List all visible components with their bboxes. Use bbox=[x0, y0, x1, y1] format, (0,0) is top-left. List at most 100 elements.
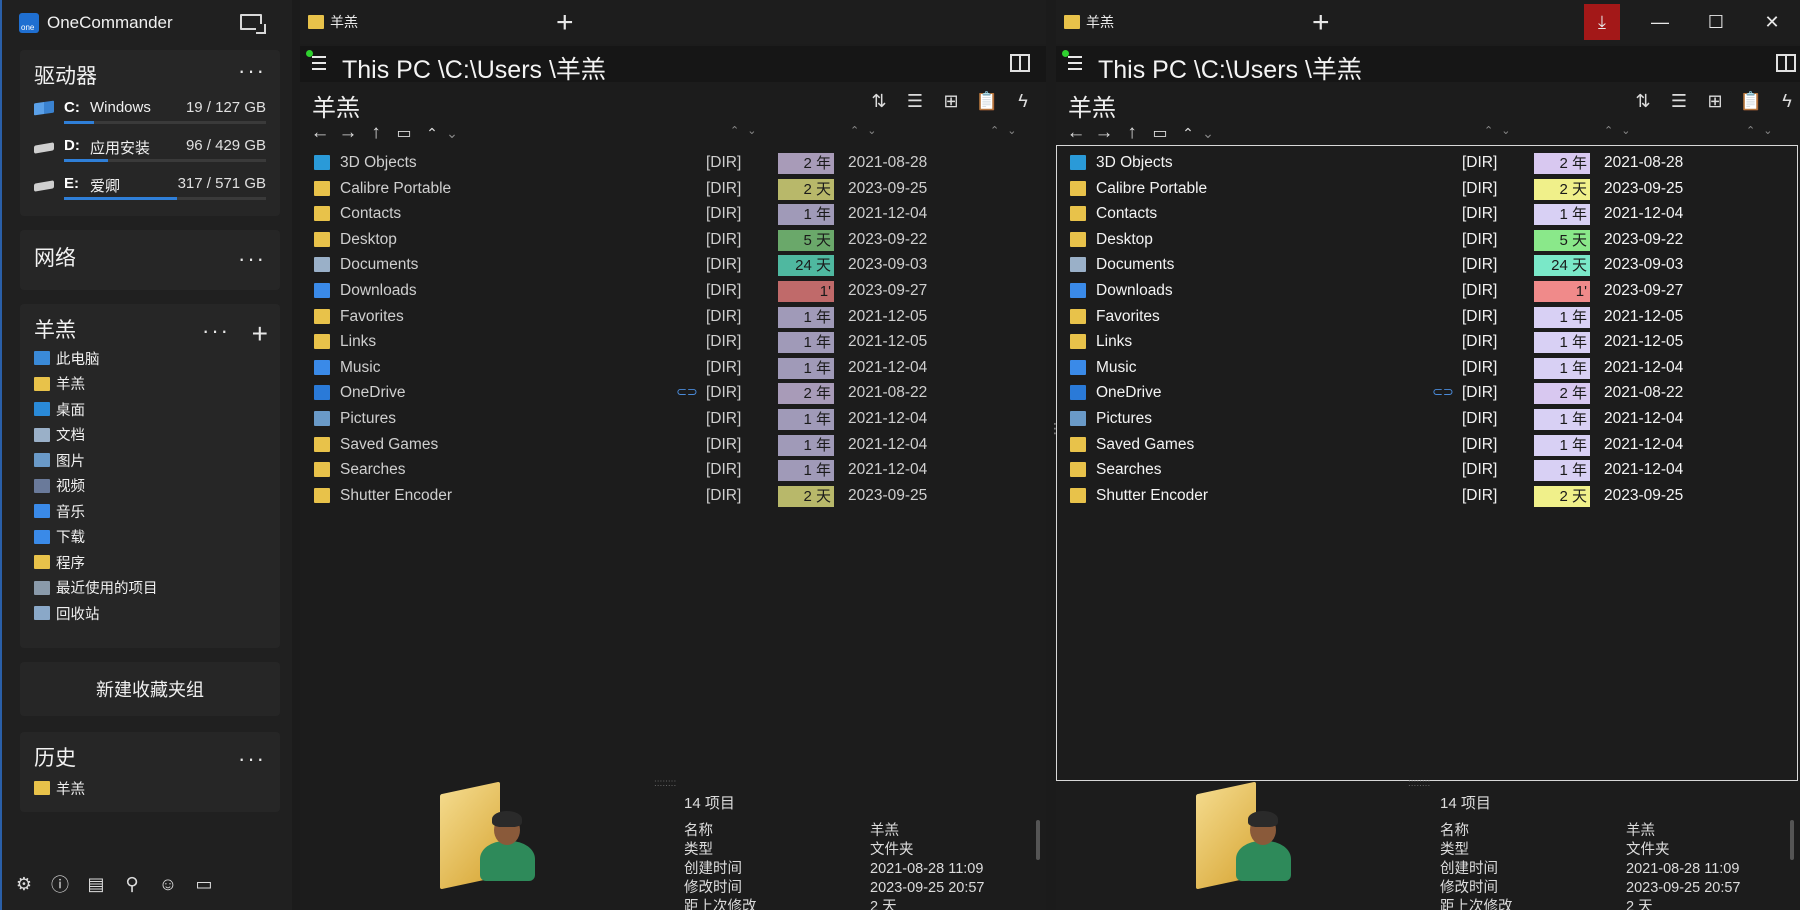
sort-caret[interactable]: ⌃⌄ bbox=[850, 124, 884, 137]
file-row[interactable]: Contacts [DIR] 1 年 2021-12-04 bbox=[1056, 201, 1800, 227]
favorites-more-button[interactable]: ··· bbox=[202, 320, 230, 342]
sort-caret[interactable]: ⌃⌄ bbox=[1604, 124, 1638, 137]
left-details-scrollbar[interactable] bbox=[1036, 820, 1040, 860]
sort-caret[interactable]: ⌃⌄ bbox=[1746, 124, 1780, 137]
chevron-down-icon[interactable]: ⌄ bbox=[442, 125, 462, 142]
sort-icon[interactable]: ⇅ bbox=[1632, 90, 1654, 112]
forward-icon[interactable]: → bbox=[338, 122, 358, 144]
file-row[interactable]: Downloads [DIR] 1' 2023-09-27 bbox=[1056, 278, 1800, 304]
list-view-icon[interactable]: ☰ bbox=[904, 90, 926, 112]
right-new-tab-button[interactable]: + bbox=[1312, 8, 1330, 38]
open-folder-icon[interactable]: ▭ bbox=[1150, 123, 1170, 143]
chevron-up-icon[interactable]: ⌃ bbox=[422, 125, 442, 142]
file-row[interactable]: Searches [DIR] 1 年 2021-12-04 bbox=[1056, 457, 1800, 483]
lightning-icon[interactable]: ϟ bbox=[1776, 90, 1798, 112]
left-layout-icon[interactable] bbox=[1010, 54, 1030, 72]
screen-icon[interactable]: ▭ bbox=[192, 872, 216, 896]
clipboard-icon[interactable]: 📋 bbox=[976, 90, 998, 112]
search-icon[interactable]: ⚲ bbox=[120, 872, 144, 896]
favorite-item[interactable]: 羊羔 bbox=[34, 372, 85, 396]
settings-icon[interactable]: ⚙ bbox=[12, 872, 36, 896]
list-view-icon[interactable]: ☰ bbox=[1668, 90, 1690, 112]
file-row[interactable]: Shutter Encoder [DIR] 2 天 2023-09-25 bbox=[300, 483, 1046, 509]
add-favorite-button[interactable]: + bbox=[252, 318, 268, 350]
download-update-button[interactable]: ⤓ bbox=[1584, 4, 1620, 40]
favorite-item[interactable]: 视频 bbox=[34, 474, 85, 498]
file-row[interactable]: OneDrive [DIR] 2 年 2021-08-22 ⊂⊃ bbox=[300, 380, 1046, 406]
file-row[interactable]: Shutter Encoder [DIR] 2 天 2023-09-25 bbox=[1056, 483, 1800, 509]
file-row[interactable]: Pictures [DIR] 1 年 2021-12-04 bbox=[300, 406, 1046, 432]
file-row[interactable]: 3D Objects [DIR] 2 年 2021-08-28 bbox=[1056, 150, 1800, 176]
drives-more-button[interactable]: ··· bbox=[238, 60, 266, 82]
new-item-icon[interactable]: ⊞ bbox=[940, 90, 962, 112]
favorite-item[interactable]: 音乐 bbox=[34, 499, 85, 523]
favorite-item[interactable]: 程序 bbox=[34, 550, 85, 574]
favorite-item[interactable]: 文档 bbox=[34, 423, 85, 447]
file-row[interactable]: 3D Objects [DIR] 2 年 2021-08-28 bbox=[300, 150, 1046, 176]
left-new-tab-button[interactable]: + bbox=[556, 8, 574, 38]
up-icon[interactable]: ↑ bbox=[366, 122, 386, 144]
file-row[interactable]: Links [DIR] 1 年 2021-12-05 bbox=[300, 329, 1046, 355]
open-folder-icon[interactable]: ▭ bbox=[394, 123, 414, 143]
info-icon[interactable]: ⓘ bbox=[48, 872, 72, 896]
account-icon[interactable]: ☺ bbox=[156, 872, 180, 896]
sort-caret[interactable]: ⌃⌄ bbox=[730, 124, 764, 137]
file-row[interactable]: Pictures [DIR] 1 年 2021-12-04 bbox=[1056, 406, 1800, 432]
favorite-item[interactable]: 回收站 bbox=[34, 601, 100, 625]
right-path[interactable]: This PC \C:\Users \羊羔 bbox=[1098, 50, 1362, 86]
sort-caret[interactable]: ⌃⌄ bbox=[990, 124, 1024, 137]
file-row[interactable]: Favorites [DIR] 1 年 2021-12-05 bbox=[300, 304, 1046, 330]
lightning-icon[interactable]: ϟ bbox=[1012, 90, 1034, 112]
right-pathbar[interactable]: This PC \C:\Users \羊羔 bbox=[1056, 46, 1800, 84]
right-menu-icon[interactable] bbox=[1068, 56, 1086, 74]
sort-caret[interactable]: ⌃⌄ bbox=[1484, 124, 1518, 137]
file-row[interactable]: Saved Games [DIR] 1 年 2021-12-04 bbox=[300, 432, 1046, 458]
file-row[interactable]: OneDrive [DIR] 2 年 2021-08-22 ⊂⊃ bbox=[1056, 380, 1800, 406]
history-more-button[interactable]: ··· bbox=[238, 748, 266, 770]
new-window-button[interactable] bbox=[240, 14, 266, 34]
file-row[interactable]: Calibre Portable [DIR] 2 天 2023-09-25 bbox=[1056, 176, 1800, 202]
close-button[interactable]: ✕ bbox=[1744, 0, 1800, 44]
file-row[interactable]: Searches [DIR] 1 年 2021-12-04 bbox=[300, 457, 1046, 483]
sort-icon[interactable]: ⇅ bbox=[868, 90, 890, 112]
file-row[interactable]: Links [DIR] 1 年 2021-12-05 bbox=[1056, 329, 1800, 355]
chevron-up-icon[interactable]: ⌃ bbox=[1178, 125, 1198, 142]
file-row[interactable]: Music [DIR] 1 年 2021-12-04 bbox=[1056, 355, 1800, 381]
back-icon[interactable]: ← bbox=[1066, 122, 1086, 144]
drive-row[interactable]: E: 爱卿 317 / 571 GB bbox=[34, 170, 266, 204]
favorite-item[interactable]: 下载 bbox=[34, 525, 85, 549]
new-group-button[interactable]: 新建收藏夹组 bbox=[20, 662, 280, 716]
drive-row[interactable]: C: Windows 19 / 127 GB bbox=[34, 94, 266, 128]
history-item[interactable]: 羊羔 bbox=[34, 776, 85, 800]
file-row[interactable]: Desktop [DIR] 5 天 2023-09-22 bbox=[1056, 227, 1800, 253]
panel-layout-icon[interactable]: ▤ bbox=[84, 872, 108, 896]
file-row[interactable]: Music [DIR] 1 年 2021-12-04 bbox=[300, 355, 1046, 381]
right-layout-icon[interactable] bbox=[1776, 54, 1796, 72]
right-details-scrollbar[interactable] bbox=[1790, 820, 1794, 860]
file-row[interactable]: Favorites [DIR] 1 年 2021-12-05 bbox=[1056, 304, 1800, 330]
right-tab[interactable]: 羊羔 bbox=[1064, 12, 1114, 32]
favorite-item[interactable]: 此电脑 bbox=[34, 346, 100, 370]
up-icon[interactable]: ↑ bbox=[1122, 122, 1142, 144]
maximize-button[interactable]: ☐ bbox=[1688, 0, 1744, 44]
left-menu-icon[interactable] bbox=[312, 56, 330, 74]
file-row[interactable]: Desktop [DIR] 5 天 2023-09-22 bbox=[300, 227, 1046, 253]
forward-icon[interactable]: → bbox=[1094, 122, 1114, 144]
favorite-item[interactable]: 图片 bbox=[34, 448, 85, 472]
network-more-button[interactable]: ··· bbox=[238, 248, 266, 270]
new-item-icon[interactable]: ⊞ bbox=[1704, 90, 1726, 112]
file-row[interactable]: Documents [DIR] 24 天 2023-09-03 bbox=[1056, 252, 1800, 278]
minimize-button[interactable]: — bbox=[1632, 0, 1688, 44]
file-row[interactable]: Documents [DIR] 24 天 2023-09-03 bbox=[300, 252, 1046, 278]
clipboard-icon[interactable]: 📋 bbox=[1740, 90, 1762, 112]
chevron-down-icon[interactable]: ⌄ bbox=[1198, 125, 1218, 142]
drive-row[interactable]: D: 应用安装 96 / 429 GB bbox=[34, 132, 266, 166]
left-path[interactable]: This PC \C:\Users \羊羔 bbox=[342, 50, 606, 86]
favorite-item[interactable]: 最近使用的项目 bbox=[34, 576, 158, 600]
back-icon[interactable]: ← bbox=[310, 122, 330, 144]
favorite-item[interactable]: 桌面 bbox=[34, 397, 85, 421]
file-row[interactable]: Downloads [DIR] 1' 2023-09-27 bbox=[300, 278, 1046, 304]
left-tab[interactable]: 羊羔 bbox=[308, 12, 358, 32]
file-row[interactable]: Contacts [DIR] 1 年 2021-12-04 bbox=[300, 201, 1046, 227]
file-row[interactable]: Saved Games [DIR] 1 年 2021-12-04 bbox=[1056, 432, 1800, 458]
